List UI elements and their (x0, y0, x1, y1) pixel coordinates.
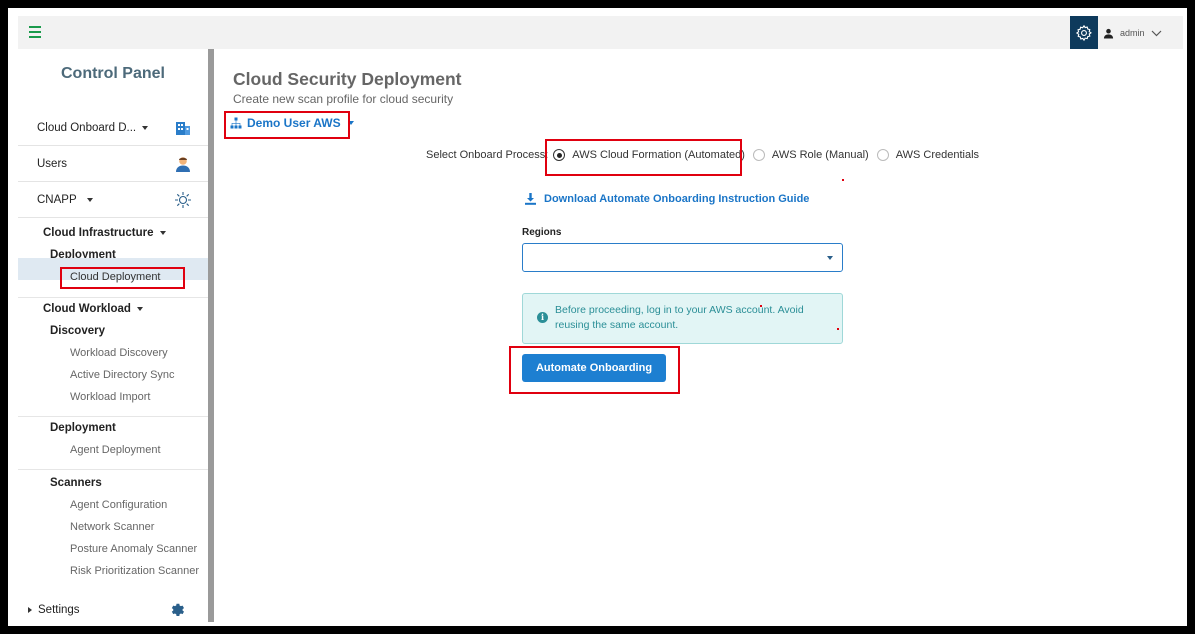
info-alert: i Before proceeding, log in to your AWS … (522, 293, 843, 344)
caret-down-icon (827, 256, 833, 260)
caret-down-icon (142, 125, 149, 130)
annotation-dot (760, 305, 762, 307)
sidebar-item-workload-discovery[interactable]: Workload Discovery (70, 347, 168, 359)
sidebar-item-label: Cloud Infrastructure (43, 227, 154, 239)
sidebar-item-users[interactable]: Users (18, 146, 208, 182)
download-guide-label: Download Automate Onboarding Instruction… (544, 193, 810, 205)
sidebar-cloud-infrastructure[interactable]: Cloud Infrastructure (43, 227, 166, 239)
divider (18, 469, 208, 470)
highlight-box-cloud-formation (545, 139, 742, 176)
info-icon: i (537, 312, 548, 323)
download-icon (525, 193, 536, 205)
caret-down-icon (136, 306, 143, 311)
annotation-dot (842, 179, 844, 181)
sidebar-item-label: Users (37, 157, 68, 170)
sidebar-item-cnapp[interactable]: CNAPP (18, 182, 208, 218)
sidebar-item-network-scanner[interactable]: Network Scanner (70, 521, 154, 533)
user-menu[interactable]: admin (1103, 24, 1162, 42)
sidebar-item-active-directory-sync[interactable]: Active Directory Sync (70, 369, 175, 381)
user-name: admin (1120, 28, 1145, 38)
highlight-box-profile (224, 111, 350, 139)
sidebar-item-agent-configuration[interactable]: Agent Configuration (70, 499, 167, 511)
option-aws-credentials[interactable]: AWS Credentials (876, 149, 980, 161)
sidebar-item-label: Settings (38, 604, 80, 616)
main-content: Cloud Security Deployment Create new sca… (214, 49, 1183, 622)
sidebar-scanners-heading: Scanners (50, 477, 102, 489)
caret-down-icon (86, 197, 93, 202)
sidebar-item-label: Cloud Onboard D... (37, 121, 137, 134)
user-icon (1103, 28, 1114, 39)
top-bar: admin (18, 16, 1183, 49)
divider (18, 416, 208, 417)
sidebar-cloud-workload[interactable]: Cloud Workload (43, 303, 143, 315)
sidebar-discovery-heading: Discovery (50, 325, 105, 337)
alert-text: Before proceeding, log in to your AWS ac… (555, 304, 804, 331)
sidebar-settings[interactable]: Settings (28, 604, 80, 616)
option-aws-role-manual[interactable]: AWS Role (Manual) (752, 149, 869, 161)
sidebar-item-label: Cloud Workload (43, 303, 131, 315)
app-root: admin Control Panel Cloud Onboard D... U… (18, 16, 1183, 622)
sidebar-title: Control Panel (60, 65, 165, 82)
user-avatar-icon (176, 157, 190, 172)
gear-icon (171, 603, 185, 617)
chevron-down-icon (1151, 30, 1161, 36)
option-label: AWS Role (Manual) (771, 149, 869, 161)
highlight-box-cloud-deployment (60, 267, 185, 289)
divider (18, 297, 208, 298)
download-guide-link[interactable]: Download Automate Onboarding Instruction… (525, 193, 809, 205)
page-title: Cloud Security Deployment (233, 69, 462, 89)
onboard-process-label: Select Onboard Process: (426, 149, 549, 161)
radio-button[interactable] (876, 149, 889, 161)
caret-down-icon (159, 230, 166, 235)
sidebar-deployment-heading-2: Deployment (50, 422, 116, 434)
highlight-box-automate-button (509, 346, 680, 394)
regions-select[interactable] (522, 243, 843, 272)
radio-button[interactable] (752, 149, 765, 161)
sidebar-item-workload-import[interactable]: Workload Import (70, 391, 151, 403)
sidebar-item-posture-anomaly-scanner[interactable]: Posture Anomaly Scanner (70, 543, 197, 555)
menu-icon[interactable] (26, 24, 44, 40)
cnapp-radar-icon (175, 192, 191, 208)
caret-right-icon (28, 606, 32, 613)
sidebar-item-risk-prioritization-scanner[interactable]: Risk Prioritization Scanner (70, 565, 199, 577)
gear-icon (1075, 24, 1092, 41)
sidebar: Control Panel Cloud Onboard D... Users C… (18, 49, 208, 622)
sidebar-item-cloud-onboard[interactable]: Cloud Onboard D... (18, 110, 208, 146)
sidebar-item-agent-deployment[interactable]: Agent Deployment (70, 444, 161, 456)
window-frame: admin Control Panel Cloud Onboard D... U… (8, 8, 1187, 626)
annotation-dot (837, 328, 839, 330)
page-subtitle: Create new scan profile for cloud securi… (233, 92, 454, 106)
option-label: AWS Credentials (895, 149, 980, 161)
settings-gear-button[interactable] (1070, 16, 1098, 49)
building-icon (176, 122, 190, 135)
regions-label: Regions (522, 227, 562, 238)
sidebar-item-label: CNAPP (37, 193, 77, 206)
